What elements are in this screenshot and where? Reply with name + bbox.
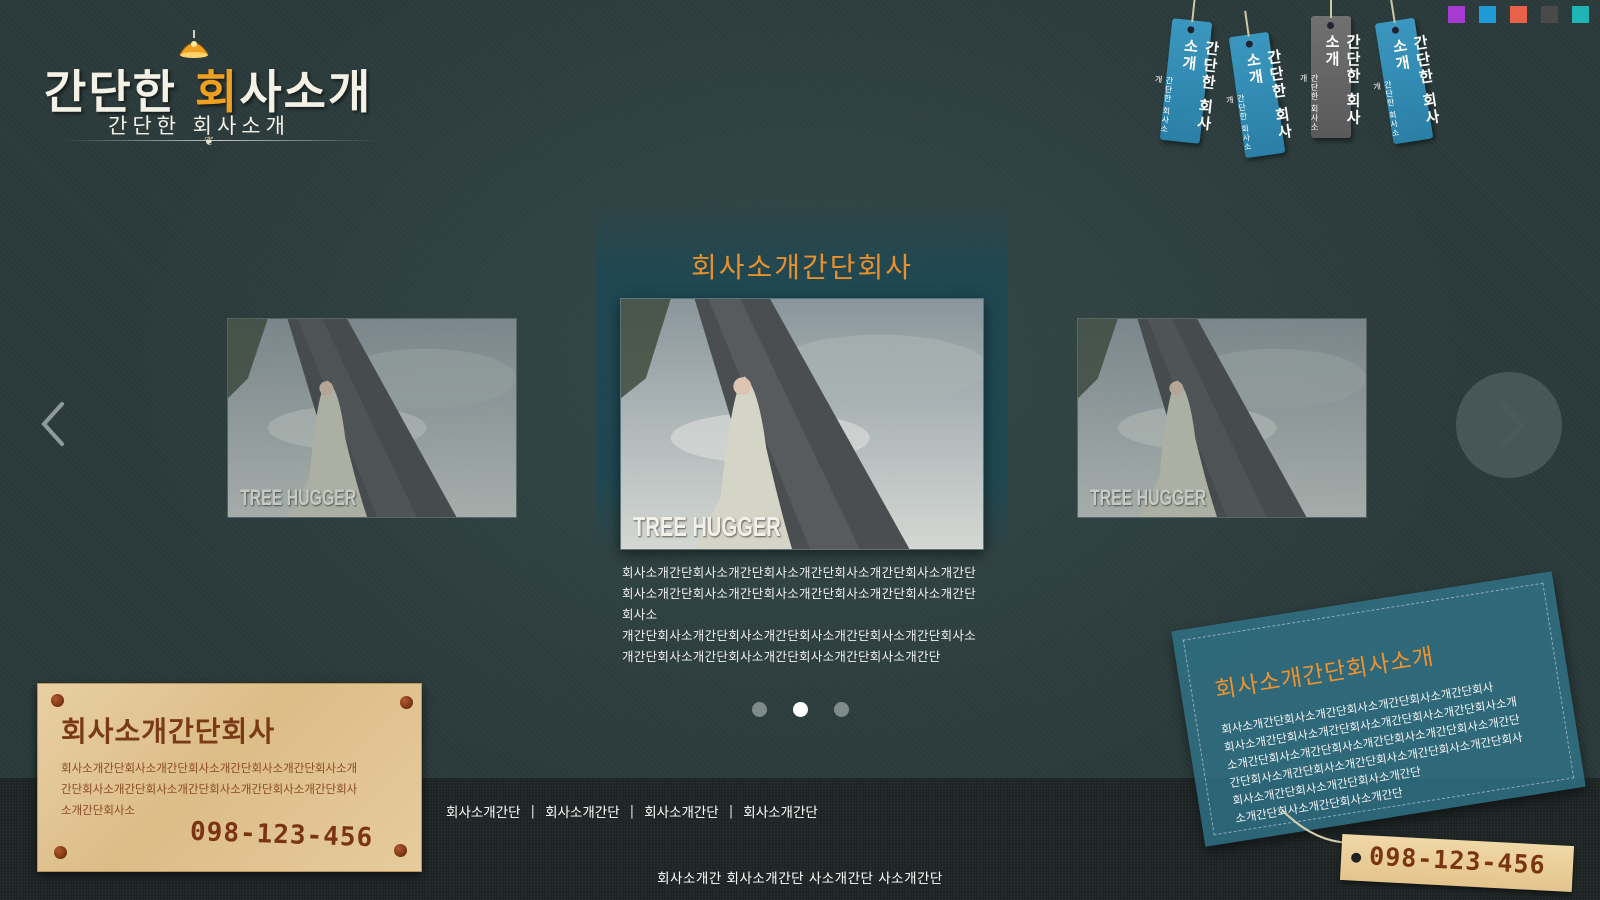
- slide-caption: TREE HUGGER: [633, 511, 781, 542]
- tag-title: 간단한 회사소개: [1178, 37, 1222, 134]
- swatch-purple[interactable]: [1448, 6, 1465, 23]
- chevron-right-icon: [1499, 401, 1526, 449]
- hanging-tag-3[interactable]: 간단한 회사소개 간단한 회사소개: [1299, 0, 1362, 138]
- tag-hole: [1187, 25, 1195, 34]
- footer-separator: |: [530, 803, 536, 819]
- slide-caption: TREE HUGGER: [1090, 485, 1207, 510]
- chevron-left-icon: [41, 402, 64, 446]
- carousel-slide-active[interactable]: TREE HUGGER: [620, 298, 984, 550]
- wood-note-body: 회사소개간단회사소개간단회사소개간단회사소개간단회사소개 간단회사소개간단회사소…: [61, 758, 406, 821]
- nail-icon: [400, 696, 413, 709]
- hanging-tag-1[interactable]: 간단한 회사소개 간단한 회사소개: [1154, 0, 1221, 144]
- pagination-dot-1[interactable]: [752, 702, 767, 717]
- wood-note-line: 회사소개간단회사소개간단회사소개간단회사소개간단회사소개: [61, 761, 358, 775]
- footer-separator: |: [728, 803, 734, 819]
- carousel-pagination: [752, 702, 849, 717]
- nail-icon: [394, 844, 407, 857]
- tag-hole: [1245, 40, 1254, 49]
- tag-string: [1330, 0, 1332, 18]
- logo-subtitle: 간단한 회사소개: [108, 114, 290, 138]
- description-line: 개간단회사소개간단회사소개간단회사소개간단회사소개간단: [622, 649, 941, 664]
- swatch-blue[interactable]: [1479, 6, 1496, 23]
- carousel-title: 회사소개간단회사: [690, 251, 914, 284]
- footer-nav: 회사소개간단 | 회사소개간단 | 회사소개간단 | 회사소개간단: [446, 801, 818, 821]
- wood-note-title: 회사소개간단회사: [61, 715, 276, 748]
- tag-string: [1191, 0, 1196, 23]
- site-logo[interactable]: 간단한 회사소개 간단한 회사소개 ❦: [40, 30, 380, 150]
- hanging-tag-2[interactable]: 간단한 회사소개 간단한 회사소개: [1225, 10, 1295, 159]
- tag-hole: [1350, 852, 1362, 863]
- nail-icon: [51, 694, 64, 707]
- footer-link-2[interactable]: 회사소개간단: [545, 801, 620, 821]
- slide-caption: TREE HUGGER: [240, 485, 357, 510]
- tag-string: [1244, 10, 1250, 37]
- color-theme-picker: [1448, 6, 1589, 23]
- swatch-orange[interactable]: [1510, 6, 1527, 23]
- wood-note-phone: 098-123-456: [189, 816, 374, 854]
- tag-subtitle: 간단한 회사소개: [1299, 74, 1319, 132]
- carousel-description: 회사소개간단회사소개간단회사소개간단회사소개간단회사소개간단 회사소개간단회사소…: [622, 562, 992, 667]
- tag-hole: [1327, 22, 1334, 29]
- footer-link-3[interactable]: 회사소개간단: [644, 801, 719, 821]
- swatch-dark-gray[interactable]: [1541, 6, 1558, 23]
- carousel-next-button[interactable]: [1456, 372, 1562, 478]
- description-line: 개간단회사소개간단회사소개간단회사소개간단회사소개간단회사소: [622, 628, 977, 643]
- carousel-slide-prev[interactable]: TREE HUGGER: [227, 318, 517, 518]
- ornament-icon: ❦: [204, 134, 215, 148]
- wood-note-line: 간단회사소개간단회사소개간단회사소개간단회사소개간단회사: [61, 782, 358, 796]
- carousel-slide-next[interactable]: TREE HUGGER: [1077, 318, 1367, 518]
- phone-tag-number: 098-123-456: [1368, 841, 1547, 880]
- tag-hole: [1391, 26, 1400, 35]
- copyright-label: 회사소개간 회사소개간단 사소개간단 사소개간단: [657, 871, 943, 887]
- hanging-tag-4[interactable]: 간단한 회사소개 간단한 회사소개: [1372, 0, 1442, 145]
- description-line: 회사소개간단회사소개간단회사소개간단회사소개간단회사소개간단: [622, 565, 977, 580]
- wood-info-note: 회사소개간단회사 회사소개간단회사소개간단회사소개간단회사소개간단회사소개 간단…: [37, 683, 422, 872]
- logo-divider: [60, 140, 380, 141]
- description-line: 회사소: [622, 607, 658, 622]
- footer-link-4[interactable]: 회사소개간단: [743, 801, 818, 821]
- pagination-dot-2[interactable]: [793, 702, 808, 717]
- description-line: 회사소개간단회사소개간단회사소개간단회사소개간단회사소개간단: [622, 586, 977, 601]
- pagination-dot-3[interactable]: [834, 702, 849, 717]
- footer-link-1[interactable]: 회사소개간단: [446, 801, 521, 821]
- tag-string: [1389, 0, 1396, 23]
- carousel-prev-button[interactable]: [34, 396, 74, 452]
- tag-title: 간단한 회사소개: [1323, 34, 1362, 127]
- nail-icon: [54, 846, 67, 859]
- swatch-teal[interactable]: [1572, 6, 1589, 23]
- footer-separator: |: [629, 803, 635, 819]
